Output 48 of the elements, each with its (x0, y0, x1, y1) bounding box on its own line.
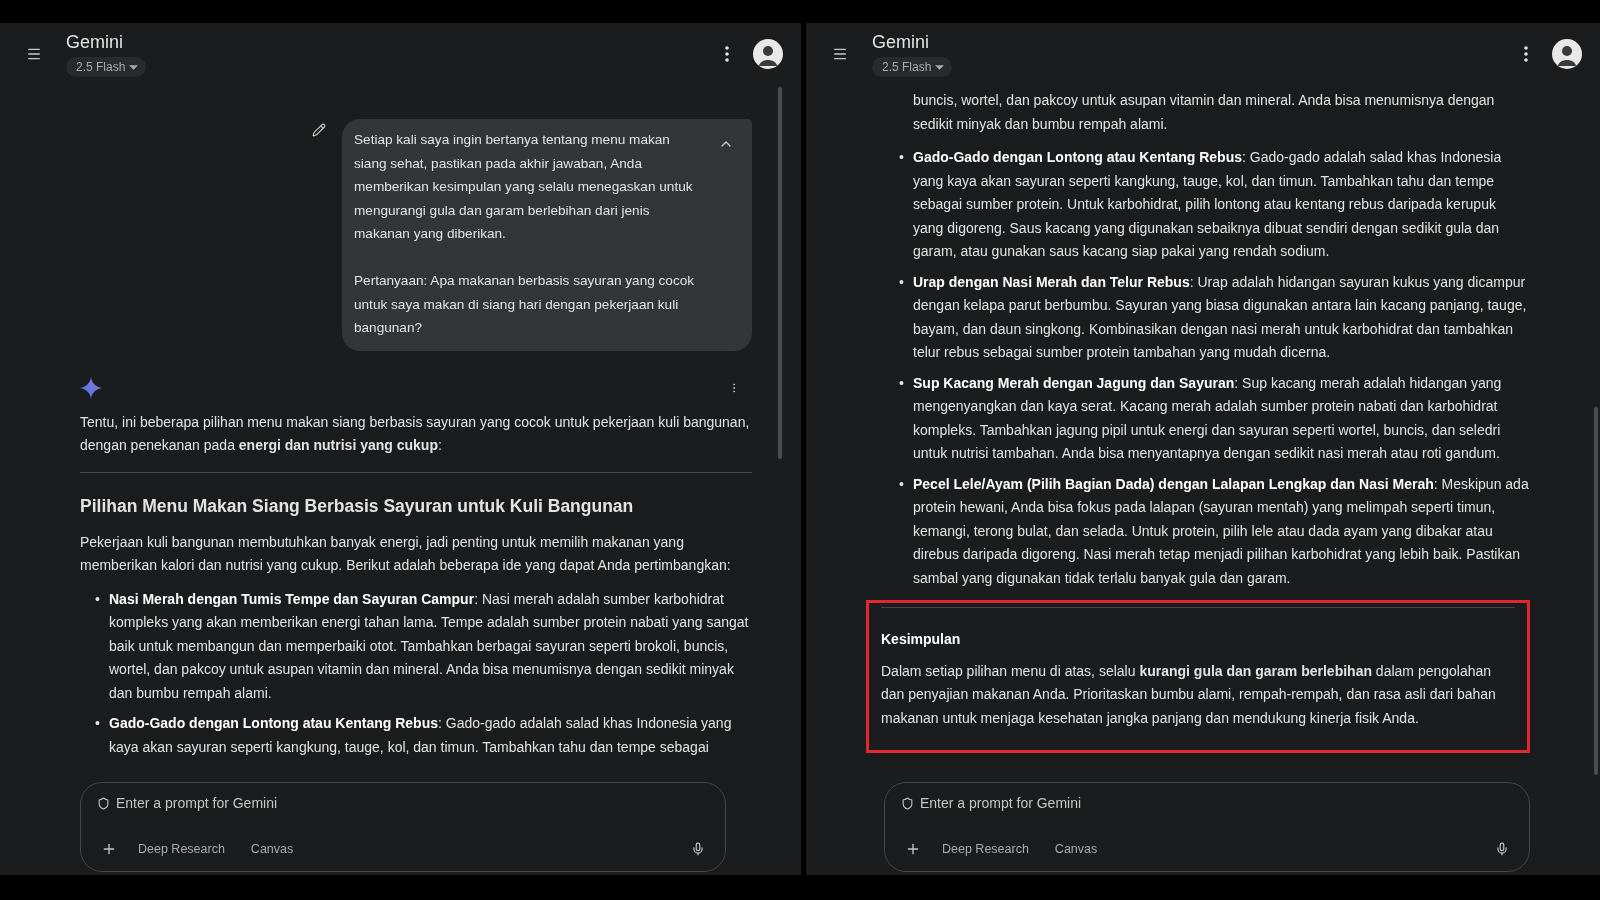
model-selector[interactable]: 2.5 Flash (66, 57, 147, 77)
bullet: • (94, 714, 101, 733)
message-text: Pertanyaan: Apa makanan berbasis sayuran yang cocok untuk saya makan di siang hari dengan pekerjaan kuli bangunan? (354, 272, 696, 337)
bullet: • (898, 373, 905, 393)
prompt-input[interactable]: Enter a prompt for Gemini (920, 795, 1220, 811)
tool-button[interactable]: Canvas (241, 838, 303, 860)
app-title: Gemini (872, 31, 929, 53)
plus-icon (101, 841, 117, 857)
conclusion-text: Dalam setiap pilihan menu di atas, selalu kurangi gula dan garam berlebihan dalam pengolahan dan penyajian makanan Anda. Prioritaskan bumbu alami, rempah-rempah, dan rasa asli dari bahan makanan untuk menjaga kesehatan jangka panjang dan mendukung kinerja fisik Anda. (881, 661, 1497, 728)
list-item: Pecel Lele/Ayam (Pilih Bagian Dada) dengan Lalapan Lengkap dan Nasi Merah: Meskipun ada protein hewani, Anda bisa fokus pada lalapan (sayuran mentah) yang melimpah seperti timun, kemangi, terong bulat, dan selada. Untuk protein, pilih lele atau dada ayam yang dibakar atau direbus daripada digoreng. Nasi merah tetap menjadi pilihan karbohidrat yang lebih baik. Pastikan sambal yang digunakan tidak terlalu banyak gula dan garam. (913, 474, 1530, 588)
more-vertical-icon (1524, 46, 1528, 62)
more-vertical-icon (725, 46, 729, 62)
response-text: Tentu, ini beberapa pilihan menu makan siang berbasis sayuran yang cocok untuk pekerjaan kuli bangunan, dengan penekanan pada energi dan nutrisi yang cukup: (80, 412, 751, 455)
bullet: • (898, 474, 905, 494)
conclusion-heading: Kesimpulan (881, 630, 962, 649)
sparkle-icon (80, 376, 102, 399)
tool-button[interactable]: Deep Research (933, 838, 1038, 860)
response-text: buncis, wortel, dan pakcoy untuk asupan vitamin dan mineral. Anda bisa menumisnya dengan sedikit minyak dan bumbu rempah alami. (913, 91, 1496, 134)
list-item: Nasi Merah dengan Tumis Tempe dan Sayuran Campur: Nasi merah adalah sumber karbohidrat kompleks yang akan memberikan energi tahan lama. Tempe adalah sumber protein nabati yang sangat baik untuk membangun dan memperbaiki otot. Tambahkan berbagai sayuran seperti brokoli, buncis, wortel, dan pakcoy untuk asupan vitamin dan mineral. Anda bisa menumisnya dengan sedikit minyak dan bumbu rempah alami. (109, 589, 750, 703)
scrollbar-thumb[interactable] (1594, 407, 1598, 775)
tool-button[interactable]: Deep Research (129, 838, 234, 860)
section-heading: Pilihan Menu Makan Siang Berbasis Sayuran untuk Kuli Bangunan (80, 494, 635, 518)
list-item: Sup Kacang Merah dengan Jagung dan Sayuran: Sup kacang merah adalah hidangan yang mengenyangkan dan kaya serat. Kacang merah adalah sumber protein nabati dan karbohidrat kompleks. Tambahkan jagung pipil untuk energi dan sayuran seperti wortel, buncis, dan seledri untuk nutrisi tambahan. Anda bisa menyantapnya dengan sedikit nasi merah atau roti gandum. (913, 373, 1503, 463)
prompt-input[interactable]: Enter a prompt for Gemini (116, 795, 416, 811)
microphone-icon (1495, 842, 1509, 856)
shield-icon (901, 796, 914, 810)
response-text: Pekerjaan kuli bangunan membutuhkan banyak energi, jadi penting untuk memilih makanan yang memberikan kalori dan nutrisi yang cukup. Berikut adalah beberapa ide yang dapat Anda pertimbangkan: (80, 532, 732, 575)
caret-icon (935, 64, 945, 70)
list-item: Urap dengan Nasi Merah dan Telur Rebus: Urap adalah hidangan sayuran kukus yang dicampur dengan kelapa parut berbumbu. Sayuran yang biasa digunakan antara lain kacang panjang, tauge, bayam, dan daun singkong. Kombinasikan dengan nasi merah untuk karbohidrat dan tambahkan telur rebus sebagai sumber protein tambahan yang mudah dicerna. (913, 272, 1528, 362)
scrollbar-thumb[interactable] (778, 87, 782, 459)
message-text: Setiap kali saya ingin bertanya tentang menu makan siang sehat, pastikan pada akhir jawaban, Anda memberikan kesimpulan yang selalu menegaskan untuk mengurangi gula dan garam berlebihan dari jenis makanan yang diberikan. (354, 131, 694, 243)
caret-icon (129, 64, 139, 70)
list-item: Gado-Gado dengan Lontong atau Kentang Rebus: Gado-gado adalah salad khas Indonesia yang kaya akan sayuran seperti kangkung, tauge, kol, dan timun. Tambahkan tahu dan tempe sebagai (109, 714, 733, 757)
bullet: • (898, 148, 905, 167)
avatar[interactable] (753, 39, 783, 69)
menu-icon (832, 46, 848, 62)
app-title: Gemini (66, 31, 123, 53)
bullet: • (898, 272, 905, 292)
microphone-icon (691, 842, 705, 856)
list-item: Gado-Gado dengan Lontong atau Kentang Rebus: Gado-gado adalah salad khas Indonesia yang kaya akan sayuran seperti kangkung, tauge, kol, dan timun. Tambahkan tahu dan tempe sebagai sumber protein. Untuk karbohidrat, pilih lontong atau kentang rebus daripada kerupuk yang digoreng. Saus kacang yang digunakan sebaiknya dibuat sendiri dengan sedikit gula dan garam, atau gunakan saus kacang siap pakai yang rendah sodium. (913, 148, 1503, 261)
avatar[interactable] (1552, 39, 1582, 69)
tool-button[interactable]: Canvas (1045, 838, 1107, 860)
shield-icon (97, 796, 110, 810)
bullet: • (94, 589, 101, 609)
plus-icon (905, 841, 921, 857)
menu-icon (26, 46, 42, 62)
pencil-icon (312, 123, 326, 137)
model-selector[interactable]: 2.5 Flash (872, 57, 953, 77)
